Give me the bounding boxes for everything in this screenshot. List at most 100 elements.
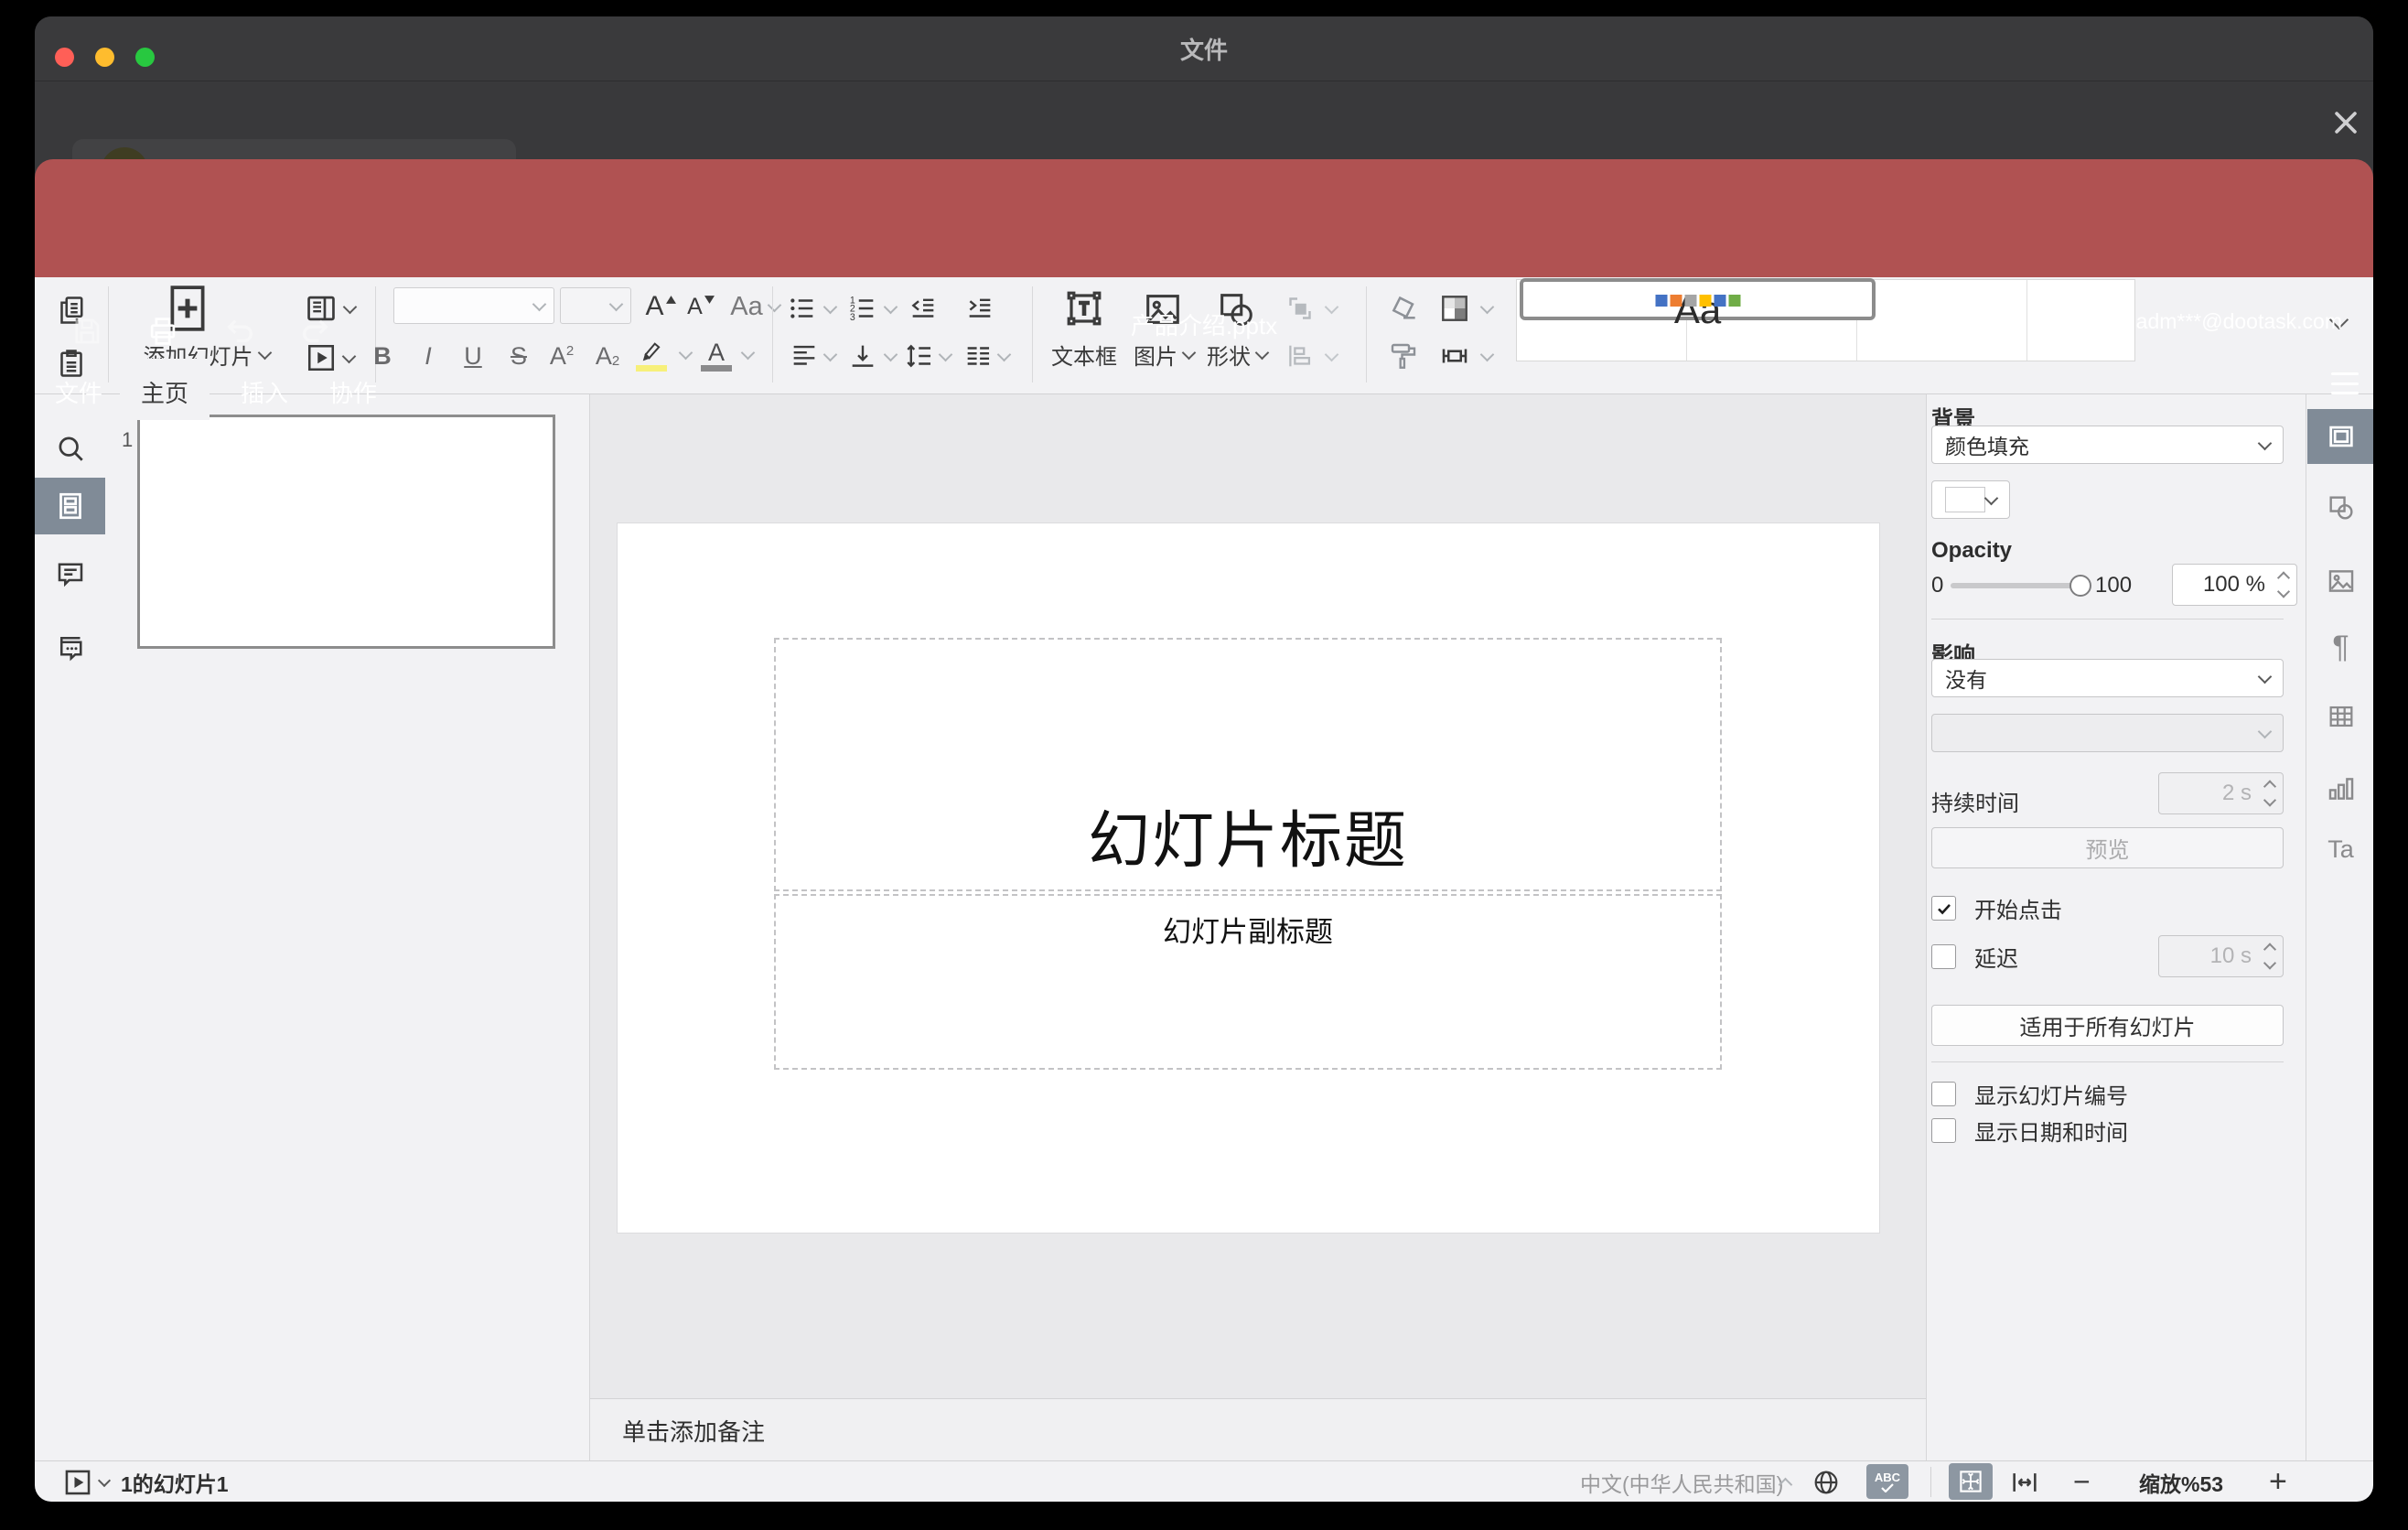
show-date-time-checkbox[interactable] [1931,1118,1956,1143]
effect-variant-select[interactable] [1931,714,2284,752]
style-roller-icon[interactable] [1380,336,1427,376]
image-button[interactable]: 图片 [1125,336,1202,372]
delay-checkbox[interactable] [1931,944,1956,969]
start-on-click-row[interactable]: 开始点击 [1931,892,2062,924]
slide-thumbnail-number: 1 [122,428,134,451]
paragraph-settings-icon[interactable]: ¶ [2307,620,2373,674]
line-spacing-chevron[interactable] [935,336,955,376]
slide-title-text: 幻灯片标题 [1087,806,1408,876]
title-placeholder[interactable]: 幻灯片标题 [774,638,1722,891]
table-settings-icon[interactable] [2307,689,2373,744]
background-fill-select[interactable]: 颜色填充 [1931,426,2284,464]
shape-button[interactable]: 形状 [1199,336,1275,372]
horizontal-align-chevron[interactable] [820,336,840,376]
delay-spinner[interactable]: 10 s [2158,935,2284,977]
status-bar: 1的幻灯片1 中文(中华人民共和国) ABC − 缩放%53 + [35,1460,2373,1502]
duration-label: 持续时间 [1931,792,2019,816]
apply-to-all-button[interactable]: 适用于所有幻灯片 [1931,1005,2284,1046]
highlight-color-chevron[interactable] [675,336,695,372]
align-objects-icon[interactable] [1279,336,1321,376]
vertical-align-chevron[interactable] [880,336,900,376]
subscript-button[interactable]: A2 [586,336,629,376]
slide-indicator: 1的幻灯片1 [121,1471,229,1496]
zoom-level-label: 缩放%53 [2139,1471,2224,1496]
window-title: 文件 [1179,36,1228,64]
delay-row[interactable]: 延迟 [1931,941,2018,973]
columns-icon[interactable] [959,336,997,376]
vertical-align-icon[interactable] [844,336,882,376]
opacity-spinner[interactable]: 100 % [2172,564,2297,606]
zoom-in-button[interactable]: + [2269,1461,2287,1502]
opacity-label: Opacity [1931,538,2013,563]
effect-select[interactable]: 没有 [1931,659,2284,697]
slide-settings-icon[interactable] [2307,409,2373,464]
slide-size-icon[interactable] [1433,336,1477,376]
slide-subtitle-text: 幻灯片副标题 [1163,916,1333,948]
font-color-chevron[interactable] [737,336,758,372]
fit-width-icon[interactable] [2009,1461,2040,1502]
notes-placeholder: 单击添加备注 [622,1417,766,1446]
theme-color-swatches [1655,295,1740,307]
slide-settings-panel: 背景 颜色填充 Opacity 0 100 100 % 影响 没有 持续时间 2… [1926,393,2306,1460]
italic-button[interactable]: I [408,336,448,376]
slide-thumbnail[interactable] [137,415,555,649]
image-settings-icon[interactable] [2307,554,2373,609]
superscript-button[interactable]: A2 [541,336,583,376]
show-slide-number-checkbox[interactable] [1931,1082,1956,1106]
chart-settings-icon[interactable] [2307,761,2373,816]
language-caret-icon[interactable] [1778,1461,1793,1502]
show-slide-number-row[interactable]: 显示幻灯片编号 [1931,1078,2128,1110]
globe-icon[interactable] [1811,1461,1841,1502]
desktop-background: 文件 产品介绍.pptx adm***@dootask.com 文件 主页 插入… [0,0,2408,1530]
app-header: 产品介绍.pptx adm***@dootask.com 文件 主页 插入 协作 [35,159,2373,420]
right-icon-rail: ¶ Ta [2306,393,2373,1460]
comments-icon[interactable] [35,546,105,603]
horizontal-align-icon[interactable] [785,336,823,376]
slide[interactable]: 幻灯片标题 幻灯片副标题 [618,523,1879,1233]
start-on-click-checkbox[interactable] [1931,896,1956,921]
duration-spinner[interactable]: 2 s [2158,772,2284,814]
editing-canvas: 幻灯片标题 幻灯片副标题 [590,393,1926,1398]
columns-chevron[interactable] [994,336,1014,376]
editor-window: 文件 产品介绍.pptx adm***@dootask.com 文件 主页 插入… [35,16,2373,1502]
line-spacing-icon[interactable] [900,336,939,376]
font-color-swatch [701,364,732,372]
preview-button[interactable]: 预览 [1931,827,2284,868]
document-title: 产品介绍.pptx [1130,312,1278,339]
subtitle-placeholder[interactable]: 幻灯片副标题 [774,894,1722,1070]
opacity-max-label: 100 [2095,573,2133,598]
close-icon[interactable] [2327,104,2364,141]
slide-size-chevron[interactable] [1477,336,1497,376]
underline-button[interactable]: U [453,336,493,376]
shape-settings-icon[interactable] [2307,480,2373,535]
tab-collaboration[interactable]: 协作 [312,359,394,420]
language-label[interactable]: 中文(中华人民共和国) [1580,1461,1783,1502]
text-art-settings-icon[interactable]: Ta [2307,822,2373,877]
search-icon[interactable] [35,420,105,477]
opacity-slider-track[interactable] [1951,583,2079,588]
strikethrough-button[interactable]: S [499,336,539,376]
spellcheck-icon[interactable]: ABC [1866,1464,1908,1499]
spinner-arrows[interactable] [2263,780,2277,807]
align-objects-chevron[interactable] [1321,336,1341,376]
left-sidebar [35,393,106,1460]
menu-icon[interactable] [2331,372,2359,394]
opacity-slider-thumb[interactable] [2069,575,2091,597]
notes-area[interactable]: 单击添加备注 [590,1398,1926,1461]
window-titlebar: 文件 [35,16,2373,81]
tab-insert[interactable]: 插入 [223,359,306,420]
tab-file[interactable]: 文件 [42,359,115,420]
background-color-picker[interactable] [1931,480,2010,519]
highlight-color-swatch [636,364,667,372]
user-email: adm***@dootask.com [2135,309,2342,333]
spinner-arrows[interactable] [2263,943,2277,970]
fit-slide-icon[interactable] [1949,1463,1993,1500]
start-slideshow-statusbar-button[interactable] [62,1461,112,1502]
slides-panel-icon[interactable] [35,478,105,534]
spinner-arrows[interactable] [2276,571,2291,598]
zoom-out-button[interactable]: − [2073,1461,2091,1502]
tab-home[interactable]: 主页 [120,359,210,420]
text-box-button[interactable]: 文本框 [1043,336,1125,372]
show-date-time-row[interactable]: 显示日期和时间 [1931,1115,2128,1147]
chat-icon[interactable] [35,619,105,675]
